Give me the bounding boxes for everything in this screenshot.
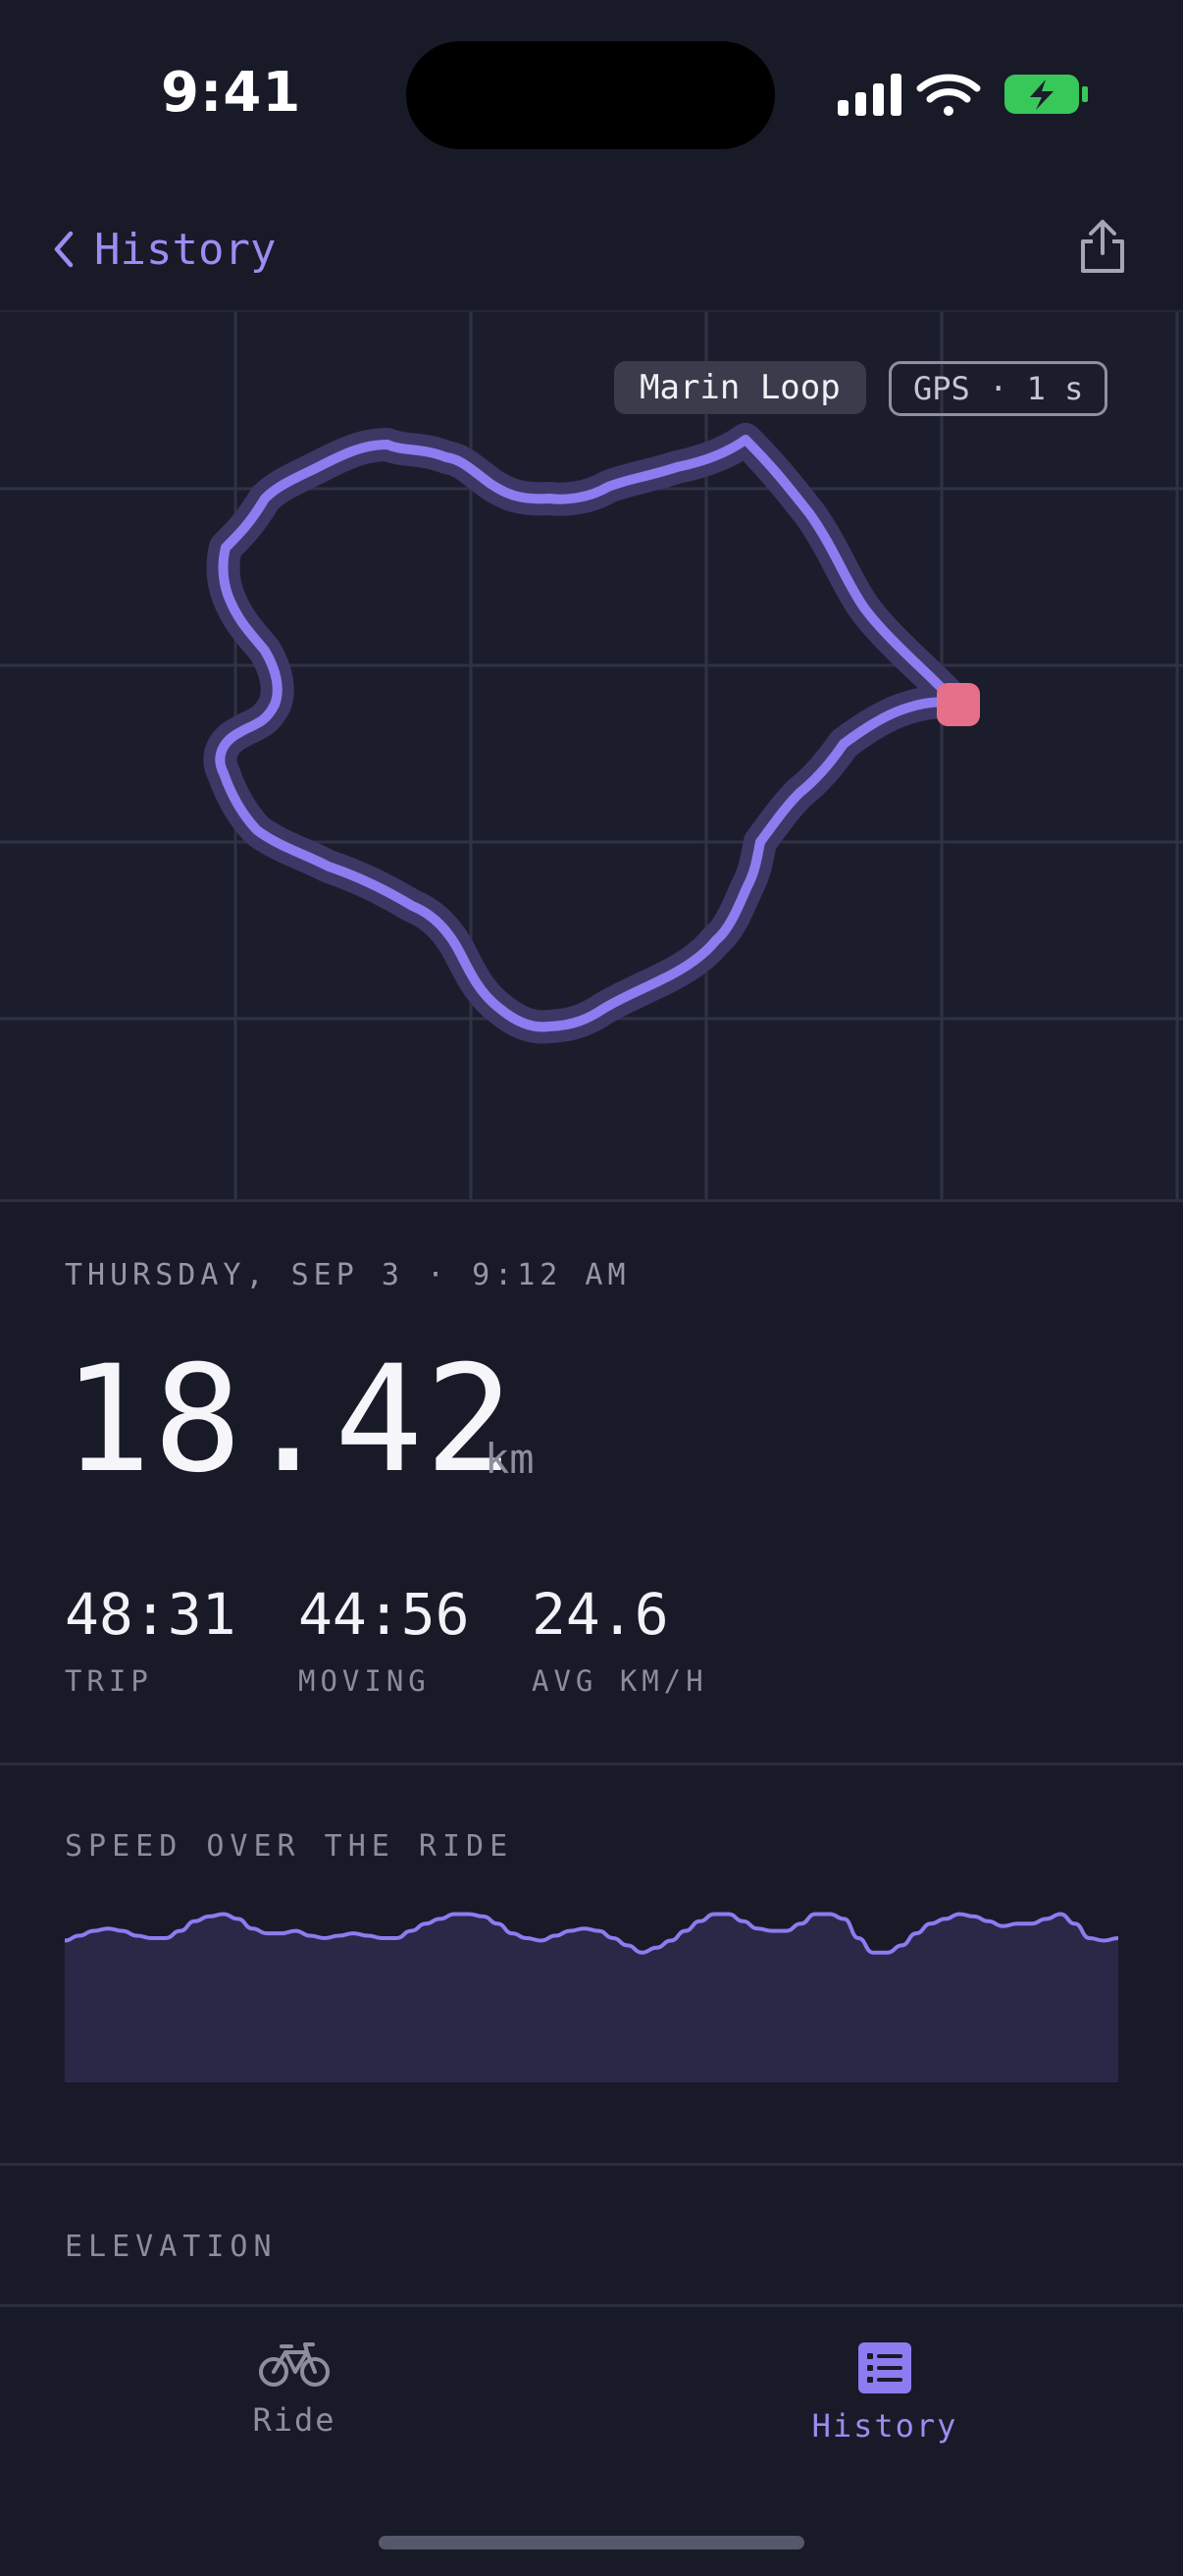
stat-moving: 44:56 MOVING — [298, 1578, 470, 1698]
stat-value: 24.6 — [532, 1581, 669, 1648]
speed-section-title: SPEED OVER THE RIDE — [65, 1829, 514, 1864]
wifi-icon — [916, 74, 981, 116]
back-button[interactable]: History — [49, 220, 276, 279]
section-divider — [0, 2163, 1183, 2166]
chevron-left-icon — [54, 231, 74, 268]
tab-ride-label: Ride — [252, 2401, 336, 2439]
gps-interval-badge: GPS · 1 s — [889, 361, 1108, 416]
bicycle-icon — [259, 2342, 330, 2387]
cellular-signal-icon — [838, 74, 901, 116]
stat-avg-speed: 24.6 AVG KM/H — [532, 1578, 708, 1698]
route-map[interactable]: Marin Loop GPS · 1 s — [0, 310, 1183, 1202]
speed-chart — [65, 1912, 1118, 2082]
stat-trip: 48:31 TRIP — [65, 1578, 236, 1698]
ride-date: THURSDAY, SEP 3 · 9:12 AM — [65, 1258, 631, 1292]
current-position-marker — [937, 683, 980, 726]
speed-area — [65, 1914, 1118, 2082]
status-time: 9:41 — [161, 61, 302, 125]
back-label: History — [94, 224, 277, 275]
route-halo — [203, 423, 974, 1044]
elevation-section-title: ELEVATION — [65, 2230, 278, 2264]
battery-charging-icon — [1004, 75, 1088, 114]
stat-label: AVG KM/H — [532, 1664, 708, 1698]
stat-label: TRIP — [65, 1664, 153, 1698]
tab-history-label: History — [811, 2407, 958, 2445]
tab-history[interactable]: History — [738, 2340, 1032, 2445]
nav-bar: History — [0, 186, 1183, 310]
share-icon[interactable] — [1075, 216, 1130, 275]
dynamic-island — [406, 41, 775, 149]
stat-label: MOVING — [298, 1664, 431, 1698]
stat-value: 44:56 — [298, 1581, 470, 1648]
home-indicator — [379, 2536, 804, 2550]
map-grid — [0, 312, 1183, 1199]
list-icon — [858, 2342, 911, 2393]
status-bar: 9:41 — [0, 0, 1183, 186]
route-name-badge: Marin Loop — [614, 361, 866, 414]
section-divider — [0, 1762, 1183, 1765]
status-icons — [838, 74, 1088, 116]
route-map-canvas — [0, 312, 1183, 1199]
tab-ride[interactable]: Ride — [147, 2340, 441, 2439]
stat-value: 48:31 — [65, 1581, 236, 1648]
ride-distance: 18.42 — [63, 1335, 516, 1505]
distance-unit: km — [485, 1435, 535, 1483]
